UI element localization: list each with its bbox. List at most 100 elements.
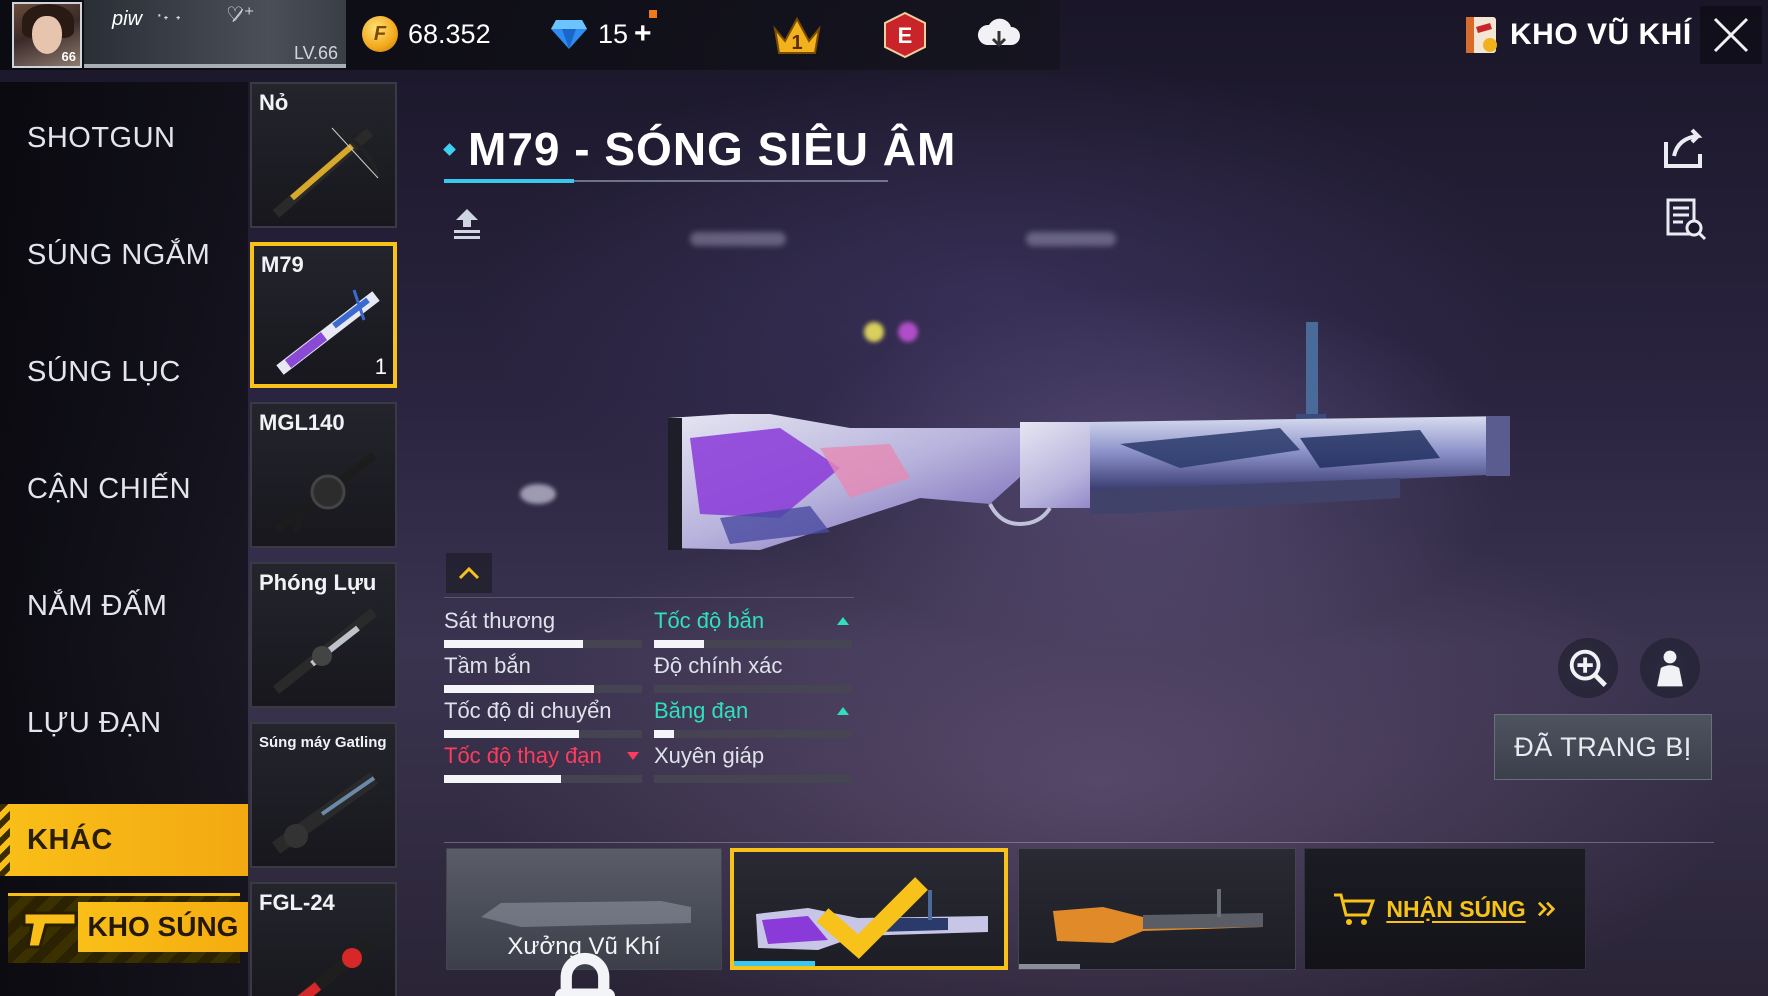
category-melee[interactable]: CẬN CHIẾN — [0, 453, 248, 525]
elite-letter: E — [898, 23, 913, 48]
rank-crown-icon[interactable]: 1 — [770, 10, 824, 60]
stat-label: Tốc độ di chuyển — [444, 698, 612, 723]
weapon-card-count: 1 — [374, 354, 387, 379]
stat-movement-speed: Tốc độ di chuyển — [444, 698, 642, 738]
weapon-card-label: MGL140 — [259, 410, 345, 435]
stat-label: Tầm bắn — [444, 653, 531, 678]
skin-progress-bar — [734, 961, 815, 966]
equipped-check-icon — [816, 877, 928, 959]
weapon-preview-m79[interactable] — [660, 318, 1520, 568]
diamond-amount: 15 — [598, 18, 629, 49]
gold-currency[interactable]: F 68.352 — [362, 14, 491, 54]
category-other[interactable]: KHÁC — [0, 804, 248, 876]
avatar-level: 66 — [61, 49, 76, 64]
weapon-card-label: Phóng Lựu — [259, 570, 377, 595]
stat-label: Sát thương — [444, 608, 556, 633]
category-fist[interactable]: NẮM ĐẤM — [0, 570, 248, 642]
category-shotgun[interactable]: SHOTGUN — [0, 102, 248, 174]
title-marker-icon — [443, 143, 456, 156]
shopping-cart-icon — [1334, 893, 1376, 925]
gold-amount: 68.352 — [408, 18, 491, 49]
ceiling-light — [1026, 232, 1116, 246]
player-level: LV.66 — [293, 43, 338, 63]
weapon-list: Nỏ M79 1 MGL140 Phóng Lựu Súng máy Gatli… — [250, 82, 398, 996]
double-chevron-right-icon — [1537, 901, 1555, 917]
zoom-in-button[interactable] — [1558, 638, 1618, 698]
m79-icon — [276, 289, 380, 375]
weapon-card-crossbow[interactable]: Nỏ — [250, 82, 397, 228]
avatar[interactable]: 66 — [12, 2, 82, 68]
diamond-icon — [550, 18, 588, 50]
weapon-card-grenade-launcher[interactable]: Phóng Lựu — [250, 562, 397, 708]
category-pistol[interactable]: SÚNG LỤC — [0, 336, 248, 408]
workshop-label: Xưởng Vũ Khí — [447, 933, 721, 996]
notification-dot — [649, 10, 657, 18]
weapon-workshop-slot[interactable]: Xưởng Vũ Khí — [446, 848, 722, 996]
equipped-button[interactable]: ĐÃ TRANG BỊ — [1494, 714, 1712, 780]
category-sniper[interactable]: SÚNG NGẮM — [0, 219, 248, 291]
fgl24-icon — [294, 937, 376, 996]
category-nav: SHOTGUN SÚNG NGẮM SÚNG LỤC CẬN CHIẾN NẮM… — [0, 82, 248, 996]
mgl140-icon — [273, 452, 377, 534]
stat-down-arrow-icon — [627, 752, 639, 760]
diamond-currency[interactable]: 15 + — [550, 14, 652, 54]
skin-slot-default[interactable] — [1018, 848, 1296, 970]
stat-damage: Sát thương — [444, 608, 642, 648]
stat-armor-penetration: Xuyên giáp — [654, 743, 852, 783]
get-gun-button[interactable]: NHẬN SÚNG — [1304, 848, 1586, 970]
skin-progress-bar — [1019, 964, 1080, 969]
weapon-card-mgl140[interactable]: MGL140 — [250, 402, 397, 548]
stat-up-arrow-icon — [837, 617, 849, 625]
category-grenade[interactable]: LỰU ĐẠN — [0, 687, 248, 759]
character-preview-button[interactable] — [1640, 638, 1700, 698]
stat-label: Xuyên giáp — [654, 743, 765, 768]
zoom-in-icon — [1569, 649, 1607, 687]
weapon-card-label: Nỏ — [259, 90, 289, 115]
player-name: piw — [112, 8, 143, 30]
grenade-launcher-icon — [272, 608, 378, 694]
stat-range: Tầm bắn — [444, 653, 642, 693]
top-bar: 66 ·˖ ˖ ♡̷⁺ piw LV.66 F 68.352 15 + 1 E — [0, 0, 1060, 70]
cloud-download-icon[interactable] — [972, 10, 1026, 60]
close-button[interactable] — [1700, 6, 1762, 64]
weapon-card-gatling[interactable]: Súng máy Gatling — [250, 722, 397, 868]
elite-pass-icon[interactable]: E — [878, 10, 932, 60]
weapon-card-fgl24[interactable]: FGL-24 — [250, 882, 397, 996]
title-underline-accent — [444, 179, 574, 183]
armory-button-label: KHO SÚNG — [78, 902, 248, 952]
stats-divider — [444, 597, 854, 598]
page-title: KHO VŨ KHÍ — [1460, 10, 1692, 60]
close-icon — [1713, 17, 1749, 53]
stat-reload-speed: Tốc độ thay đạn — [444, 743, 642, 783]
skin-slot-sonic[interactable] — [730, 848, 1008, 970]
exp-bar — [84, 64, 346, 68]
gold-coin-icon: F — [362, 16, 398, 52]
skins-divider — [444, 842, 1714, 843]
weapon-card-label: Súng máy Gatling — [259, 734, 387, 751]
upgrade-icon[interactable] — [448, 205, 486, 243]
stat-label: Tốc độ thay đạn — [444, 743, 602, 768]
get-gun-label: NHẬN SÚNG — [1386, 895, 1526, 922]
share-icon[interactable] — [1660, 124, 1708, 172]
stat-magazine: Băng đạn — [654, 698, 852, 738]
chevron-up-icon — [458, 566, 480, 580]
gatling-icon — [271, 772, 379, 854]
player-name-card[interactable]: ·˖ ˖ ♡̷⁺ piw LV.66 — [84, 0, 346, 68]
stat-label: Tốc độ bắn — [654, 608, 765, 633]
ceiling-light — [690, 232, 786, 246]
weapon-card-m79[interactable]: M79 1 — [250, 242, 397, 388]
m79-default-skin-icon — [1053, 889, 1263, 943]
vault-book-icon — [1466, 17, 1497, 53]
rank-number: 1 — [791, 32, 802, 54]
name-decoration-icon: ·˖ ˖ ♡̷⁺ — [156, 4, 255, 26]
vault-title-text: KHO VŨ KHÍ — [1510, 18, 1692, 51]
pistol-icon — [22, 911, 78, 949]
crossbow-icon — [272, 126, 380, 218]
stats-collapse-toggle[interactable] — [446, 553, 492, 593]
stat-fire-rate: Tốc độ bắn — [654, 608, 852, 648]
armory-button[interactable]: KHO SÚNG — [8, 893, 248, 963]
details-search-icon[interactable] — [1660, 194, 1708, 242]
background-light-orb — [520, 484, 556, 504]
lock-icon — [555, 952, 615, 996]
add-diamond-button[interactable]: + — [634, 17, 652, 51]
